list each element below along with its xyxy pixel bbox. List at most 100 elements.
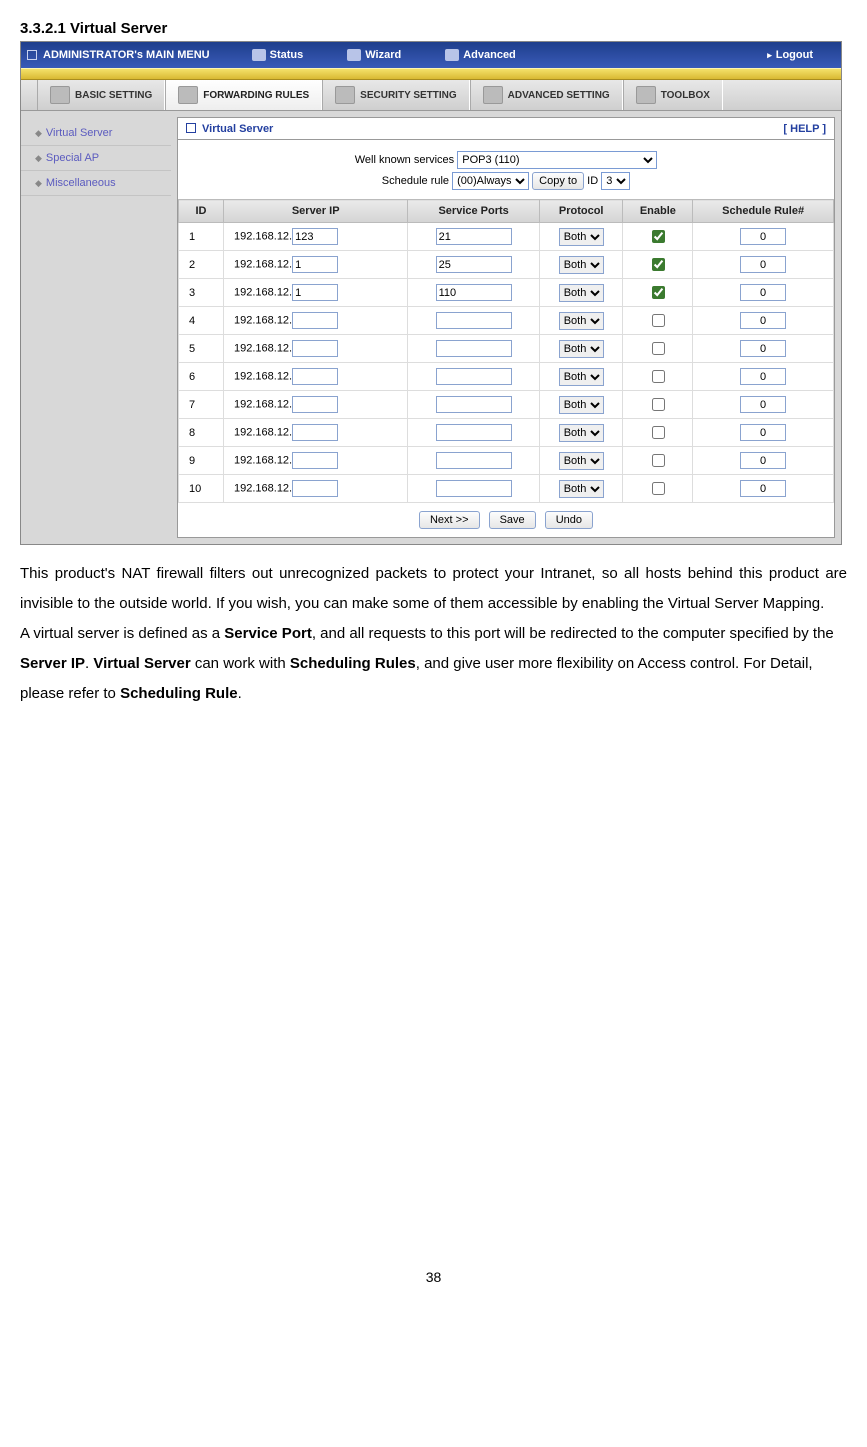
enable-checkbox[interactable] bbox=[652, 482, 665, 495]
schedule-rule-input[interactable] bbox=[740, 452, 786, 469]
service-port-input[interactable] bbox=[436, 396, 512, 413]
cell-port bbox=[408, 391, 540, 419]
schedule-rule-input[interactable] bbox=[740, 256, 786, 273]
cell-server-ip: 192.168.12. bbox=[224, 279, 408, 307]
cell-enable bbox=[623, 419, 693, 447]
service-port-input[interactable] bbox=[436, 368, 512, 385]
col-id: ID bbox=[179, 200, 224, 223]
schedule-rule-input[interactable] bbox=[740, 312, 786, 329]
server-ip-input[interactable] bbox=[292, 480, 338, 497]
protocol-select[interactable]: Both bbox=[559, 284, 604, 302]
protocol-select[interactable]: Both bbox=[559, 368, 604, 386]
service-port-input[interactable] bbox=[436, 312, 512, 329]
schedule-rule-input[interactable] bbox=[740, 424, 786, 441]
service-port-input[interactable] bbox=[436, 340, 512, 357]
enable-checkbox[interactable] bbox=[652, 398, 665, 411]
enable-checkbox[interactable] bbox=[652, 342, 665, 355]
server-ip-input[interactable] bbox=[292, 228, 338, 245]
col-server-ip: Server IP bbox=[224, 200, 408, 223]
sidebar-item-miscellaneous[interactable]: ◆Miscellaneous bbox=[21, 171, 171, 196]
cell-port bbox=[408, 447, 540, 475]
schedule-rule-input[interactable] bbox=[740, 368, 786, 385]
menu-icon bbox=[27, 50, 37, 60]
server-ip-input[interactable] bbox=[292, 396, 338, 413]
enable-checkbox[interactable] bbox=[652, 454, 665, 467]
protocol-select[interactable]: Both bbox=[559, 452, 604, 470]
enable-checkbox[interactable] bbox=[652, 286, 665, 299]
col-enable: Enable bbox=[623, 200, 693, 223]
schedule-rule-select[interactable]: (00)Always bbox=[452, 172, 529, 190]
schedule-rule-input[interactable] bbox=[740, 284, 786, 301]
sidebar-item-label: Miscellaneous bbox=[46, 177, 116, 189]
col-schedule-rule: Schedule Rule# bbox=[693, 200, 834, 223]
cell-protocol: Both bbox=[539, 279, 623, 307]
top-menu-bar: ADMINISTRATOR's MAIN MENU Status Wizard … bbox=[21, 42, 841, 68]
schedule-rule-input[interactable] bbox=[740, 340, 786, 357]
server-ip-input[interactable] bbox=[292, 340, 338, 357]
left-sidebar: ◆Virtual Server ◆Special AP ◆Miscellaneo… bbox=[21, 111, 171, 206]
protocol-select[interactable]: Both bbox=[559, 256, 604, 274]
col-service-ports: Service Ports bbox=[408, 200, 540, 223]
server-ip-input[interactable] bbox=[292, 256, 338, 273]
cell-id: 4 bbox=[179, 307, 224, 335]
cell-server-ip: 192.168.12. bbox=[224, 419, 408, 447]
enable-checkbox[interactable] bbox=[652, 370, 665, 383]
next-button[interactable]: Next >> bbox=[419, 511, 480, 529]
service-port-input[interactable] bbox=[436, 256, 512, 273]
schedule-rule-input[interactable] bbox=[740, 480, 786, 497]
nav-wizard[interactable]: Wizard bbox=[347, 49, 401, 61]
copy-to-button[interactable]: Copy to bbox=[532, 172, 584, 190]
copy-to-id-select[interactable]: 3 bbox=[601, 172, 630, 190]
tab-security-setting[interactable]: SECURITY SETTING bbox=[322, 80, 470, 110]
nav-advanced[interactable]: Advanced bbox=[445, 49, 516, 61]
table-row: 6192.168.12.Both bbox=[179, 363, 834, 391]
server-ip-input[interactable] bbox=[292, 284, 338, 301]
enable-checkbox[interactable] bbox=[652, 230, 665, 243]
protocol-select[interactable]: Both bbox=[559, 228, 604, 246]
tab-toolbox[interactable]: TOOLBOX bbox=[623, 80, 723, 110]
sidebar-item-virtual-server[interactable]: ◆Virtual Server bbox=[21, 121, 171, 146]
schedule-rule-input[interactable] bbox=[740, 396, 786, 413]
enable-checkbox[interactable] bbox=[652, 258, 665, 271]
protocol-select[interactable]: Both bbox=[559, 312, 604, 330]
server-ip-input[interactable] bbox=[292, 368, 338, 385]
table-row: 3192.168.12.Both bbox=[179, 279, 834, 307]
cell-rule bbox=[693, 307, 834, 335]
server-ip-input[interactable] bbox=[292, 452, 338, 469]
schedule-rule-input[interactable] bbox=[740, 228, 786, 245]
virtual-server-panel: Virtual Server [ HELP ] Well known servi… bbox=[177, 117, 835, 538]
sidebar-item-special-ap[interactable]: ◆Special AP bbox=[21, 146, 171, 171]
service-port-input[interactable] bbox=[436, 452, 512, 469]
protocol-select[interactable]: Both bbox=[559, 340, 604, 358]
enable-checkbox[interactable] bbox=[652, 426, 665, 439]
cell-server-ip: 192.168.12. bbox=[224, 223, 408, 251]
save-button[interactable]: Save bbox=[489, 511, 536, 529]
well-known-services-select[interactable]: POP3 (110) bbox=[457, 151, 657, 169]
enable-checkbox[interactable] bbox=[652, 314, 665, 327]
protocol-select[interactable]: Both bbox=[559, 480, 604, 498]
nav-logout[interactable]: ▸Logout bbox=[763, 49, 813, 61]
service-port-input[interactable] bbox=[436, 228, 512, 245]
server-ip-input[interactable] bbox=[292, 312, 338, 329]
router-screenshot: ADMINISTRATOR's MAIN MENU Status Wizard … bbox=[20, 41, 842, 545]
tab-forwarding-rules[interactable]: FORWARDING RULES bbox=[165, 80, 322, 110]
table-row: 9192.168.12.Both bbox=[179, 447, 834, 475]
protocol-select[interactable]: Both bbox=[559, 396, 604, 414]
help-link[interactable]: [ HELP ] bbox=[783, 123, 826, 135]
cell-port bbox=[408, 223, 540, 251]
cell-server-ip: 192.168.12. bbox=[224, 447, 408, 475]
panel-title: Virtual Server bbox=[186, 122, 273, 135]
server-ip-input[interactable] bbox=[292, 424, 338, 441]
protocol-select[interactable]: Both bbox=[559, 424, 604, 442]
tab-basic-setting[interactable]: BASIC SETTING bbox=[37, 80, 165, 110]
table-row: 7192.168.12.Both bbox=[179, 391, 834, 419]
nav-status[interactable]: Status bbox=[252, 49, 304, 61]
service-port-input[interactable] bbox=[436, 480, 512, 497]
service-port-input[interactable] bbox=[436, 424, 512, 441]
cell-id: 2 bbox=[179, 251, 224, 279]
undo-button[interactable]: Undo bbox=[545, 511, 593, 529]
nav-logout-label: Logout bbox=[776, 49, 813, 61]
table-row: 5192.168.12.Both bbox=[179, 335, 834, 363]
tab-advanced-setting[interactable]: ADVANCED SETTING bbox=[470, 80, 623, 110]
service-port-input[interactable] bbox=[436, 284, 512, 301]
